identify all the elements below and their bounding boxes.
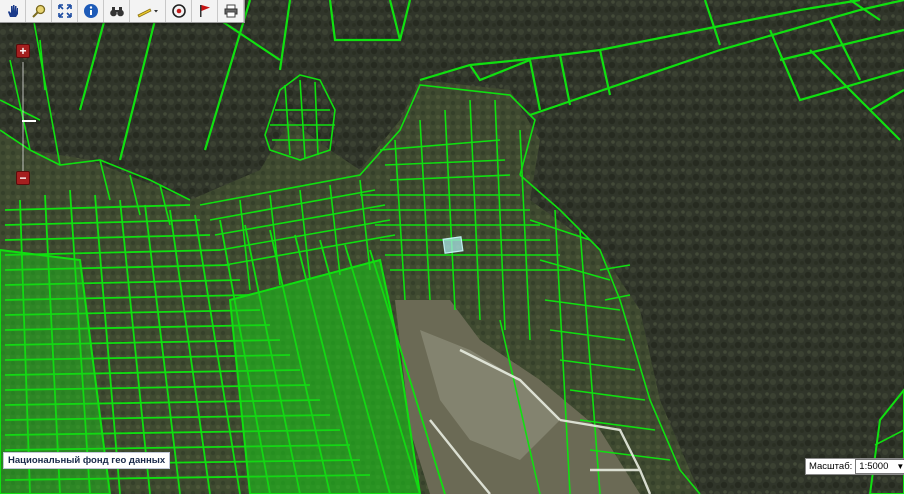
target-icon [171, 4, 186, 18]
search-button[interactable] [104, 0, 130, 22]
full-extent-button[interactable] [52, 0, 78, 22]
scale-value: 1:5000 [859, 461, 889, 472]
measure-button[interactable] [130, 0, 166, 22]
info-button[interactable] [78, 0, 104, 22]
zoom-slider-track[interactable] [22, 62, 36, 174]
zoom-slider-thumb[interactable] [22, 120, 36, 122]
binoculars-icon [109, 7, 124, 17]
print-button[interactable] [218, 0, 244, 22]
info-icon [83, 4, 98, 18]
zoom-tool-button[interactable] [26, 0, 52, 22]
full-extent-icon [57, 4, 72, 18]
zoom-magnifier-icon [31, 4, 45, 18]
target-button[interactable] [166, 0, 192, 22]
hand-pan-icon [7, 5, 18, 17]
chevron-down-icon: ▼ [896, 462, 904, 471]
zoom-out-button[interactable]: − [16, 171, 30, 185]
scale-control: Масштаб: 1:5000 ▼ [805, 458, 904, 475]
zoom-in-button[interactable]: + [16, 44, 30, 58]
ruler-measure-icon [136, 8, 158, 18]
printer-icon [224, 4, 237, 18]
pan-button[interactable] [0, 0, 26, 22]
map-canvas[interactable] [0, 0, 904, 494]
flag-button[interactable] [192, 0, 218, 22]
attribution-label: Национальный фонд гео данных [3, 452, 171, 469]
selected-parcel [442, 236, 464, 254]
scale-label: Масштаб: [809, 461, 853, 472]
scale-select[interactable]: 1:5000 ▼ [855, 459, 904, 474]
map-toolbar [0, 0, 245, 23]
flag-icon [199, 5, 210, 17]
